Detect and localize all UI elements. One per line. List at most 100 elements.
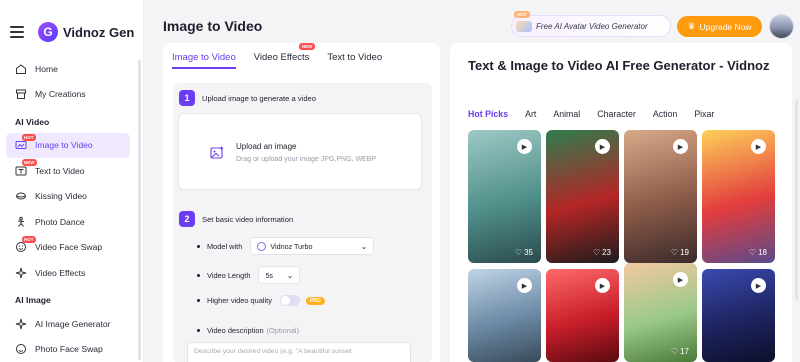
category-pixar[interactable]: Pixar [694, 109, 714, 119]
step-title: Upload image to generate a video [202, 93, 316, 103]
example-video-card[interactable]: ▶ ♡ 19 [624, 130, 697, 263]
play-icon[interactable]: ▶ [673, 272, 688, 287]
upload-hint: Drag or upload your image JPG,PNG, WEBP [236, 156, 377, 163]
step-2-header: 2 Set basic video information [179, 211, 293, 227]
category-hot-picks[interactable]: Hot Picks [468, 109, 508, 119]
heart-icon: ♡ [748, 248, 757, 257]
user-avatar[interactable] [769, 14, 794, 39]
example-video-card[interactable]: ▶ ♡ 18 [702, 130, 775, 263]
bullet [197, 329, 200, 332]
sidebar-item-label: My Creations [35, 89, 86, 99]
example-video-card[interactable]: ▶ ♡ 23 [546, 130, 619, 263]
upgrade-now-button[interactable]: ♛ Upgrade Now [677, 16, 762, 37]
like-count-value: 18 [758, 248, 767, 257]
play-icon[interactable]: ▶ [517, 278, 532, 293]
sparkle-icon [15, 267, 27, 279]
example-video-card[interactable]: ▶ ♡ 35 [468, 130, 541, 263]
sidebar-item-video-face-swap[interactable]: HOT Video Face Swap [6, 235, 130, 260]
category-animal[interactable]: Animal [553, 109, 580, 119]
examples-panel: Text & Image to Video AI Free Generator … [450, 43, 792, 362]
like-count: ♡ 19 [671, 248, 689, 257]
length-select[interactable]: 5s ⌄ [258, 266, 301, 284]
length-value: 5s [265, 270, 274, 280]
hot-badge: HOT [22, 235, 36, 243]
text-video-icon [15, 165, 27, 177]
play-icon[interactable]: ▶ [751, 278, 766, 293]
category-character[interactable]: Character [597, 109, 636, 119]
hot-badge: HOT [22, 133, 36, 141]
step-1-header: 1 Upload image to generate a video [179, 90, 316, 106]
like-count: ♡ 18 [749, 248, 767, 257]
avatar-promo-button[interactable]: HOT Free AI Avatar Video Generator [511, 11, 671, 37]
example-video-card[interactable]: ▶ ♡ 17 [624, 263, 697, 362]
description-input[interactable]: Describe your desired video (e.g. "A bea… [187, 342, 411, 362]
sidebar-item-ai-image-generator[interactable]: AI Image Generator [6, 311, 130, 336]
quality-toggle[interactable] [279, 295, 300, 306]
upgrade-label: Upgrade Now [699, 21, 752, 32]
category-tabs: Hot Picks Art Animal Character Action Pi… [468, 109, 731, 119]
model-select[interactable]: Vidnoz Turbo ⌄ [250, 237, 375, 255]
archive-icon [15, 88, 27, 100]
sidebar-item-label: Text to Video [35, 165, 85, 176]
model-label: Model with [207, 241, 243, 251]
dance-icon [15, 216, 27, 228]
play-icon[interactable]: ▶ [751, 139, 766, 154]
sidebar-item-text-to-video[interactable]: NEW Text to Video [6, 158, 130, 183]
brand: G Vidnoz Gen [10, 22, 134, 42]
new-badge: NEW [22, 159, 37, 166]
optional-label: (Optional) [266, 326, 300, 335]
hot-badge: HOT [514, 11, 530, 18]
sidebar-section-ai-image: AI Image [15, 295, 51, 305]
tab-video-effects[interactable]: Video Effects NEW [254, 43, 316, 69]
home-icon [15, 63, 27, 75]
play-icon[interactable]: ▶ [517, 139, 532, 154]
sidebar-item-image-to-video[interactable]: HOT Image to Video [6, 132, 130, 158]
sparkle-icon [15, 318, 27, 330]
image-upload-dropzone[interactable]: Upload an image Drag or upload your imag… [178, 113, 422, 190]
generator-panel: Image to Video Video Effects NEW Text to… [163, 43, 440, 362]
steps-container: 1 Upload image to generate a video Uploa… [173, 83, 432, 362]
vidnoz-logo-icon: G [38, 22, 58, 42]
tab-text-to-video[interactable]: Text to Video [327, 52, 382, 69]
heart-icon: ♡ [670, 347, 679, 356]
bullet [197, 299, 200, 302]
play-icon[interactable]: ▶ [673, 139, 688, 154]
like-count: ♡ 35 [515, 248, 533, 257]
add-image-icon [210, 146, 224, 160]
sidebar-item-kissing-video[interactable]: Kissing Video [6, 184, 130, 209]
tab-image-to-video[interactable]: Image to Video [172, 52, 236, 69]
pro-badge: PRO [305, 296, 325, 305]
example-video-card[interactable]: ▶ [702, 269, 775, 362]
sidebar-item-photo-face-swap[interactable]: Photo Face Swap [6, 337, 130, 362]
crown-icon: ♛ [687, 21, 696, 31]
page-title: Image to Video [163, 18, 263, 34]
example-video-card[interactable]: ▶ [546, 269, 619, 362]
sidebar-item-home[interactable]: Home [6, 56, 130, 81]
category-action[interactable]: Action [653, 109, 677, 119]
category-art[interactable]: Art [525, 109, 536, 119]
heart-icon: ♡ [514, 248, 523, 257]
example-video-card[interactable]: ▶ [468, 269, 541, 362]
hamburger-menu-icon[interactable] [10, 26, 24, 38]
examples-title: Text & Image to Video AI Free Generator … [468, 58, 770, 73]
sidebar-item-video-effects[interactable]: Video Effects [6, 260, 130, 285]
page-scrollbar[interactable] [795, 100, 798, 300]
sidebar-scrollbar[interactable] [138, 60, 141, 360]
sidebar-item-my-creations[interactable]: My Creations [6, 82, 130, 107]
like-count-value: 23 [602, 248, 611, 257]
description-label: Video description [207, 326, 264, 335]
sidebar-section-ai-video: AI Video [15, 116, 50, 127]
generator-tabs: Image to Video Video Effects NEW Text to… [172, 43, 400, 69]
promo-label: Free AI Avatar Video Generator [536, 21, 648, 31]
sidebar-item-photo-dance[interactable]: Photo Dance [6, 209, 130, 234]
play-icon[interactable]: ▶ [595, 278, 610, 293]
chevron-down-icon: ⌄ [360, 241, 368, 251]
like-count: ♡ 17 [671, 347, 689, 356]
like-count-value: 35 [524, 248, 533, 257]
model-icon [257, 241, 267, 251]
face-swap-icon [15, 343, 27, 355]
sidebar-item-label: Photo Dance [35, 216, 85, 227]
heart-icon: ♡ [670, 248, 679, 257]
play-icon[interactable]: ▶ [595, 139, 610, 154]
quality-field: Higher video quality PRO [197, 295, 325, 306]
